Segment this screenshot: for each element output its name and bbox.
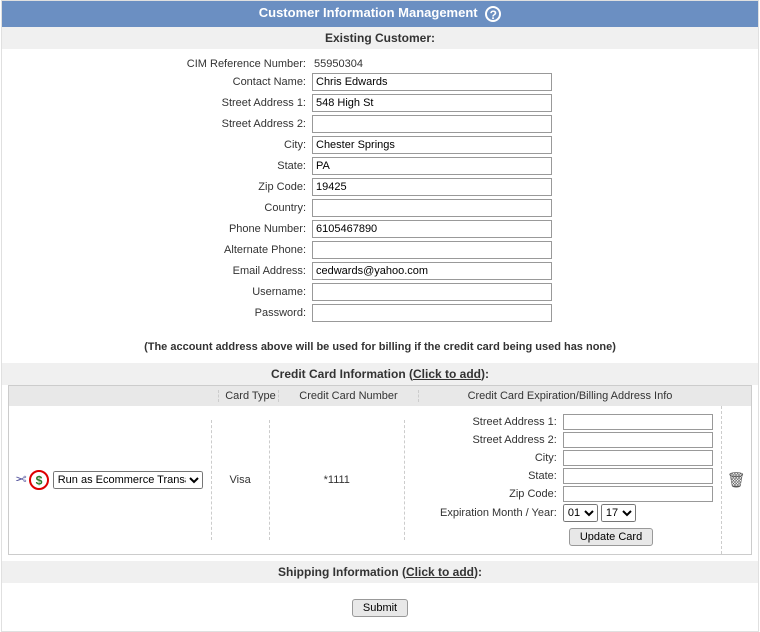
cc-add-link[interactable]: Click to add: [413, 367, 481, 381]
cc-state-label: State:: [413, 470, 563, 482]
street1-label: Street Address 1:: [2, 97, 312, 109]
cc-heading: Credit Card Information (Click to add):: [2, 363, 758, 385]
cc-addr1-input[interactable]: [563, 414, 713, 430]
cc-col-type-header: Card Type: [219, 390, 279, 402]
state-label: State:: [2, 160, 312, 172]
email-label: Email Address:: [2, 265, 312, 277]
submit-area: Submit: [2, 589, 758, 631]
username-input[interactable]: [312, 283, 552, 301]
cc-card-number: *1111: [270, 420, 405, 540]
password-label: Password:: [2, 307, 312, 319]
scissors-icon[interactable]: ✂: [15, 471, 27, 488]
altphone-input[interactable]: [312, 241, 552, 259]
cc-billing-form: Street Address 1: Street Address 2: City…: [405, 406, 722, 554]
cc-exp-year-select[interactable]: 17: [601, 504, 636, 522]
shipping-heading: Shipping Information (Click to add):: [2, 561, 758, 583]
billing-note: (The account address above will be used …: [2, 335, 758, 363]
shipping-heading-suffix: ):: [474, 565, 482, 579]
country-input[interactable]: [312, 199, 552, 217]
cc-exp-month-select[interactable]: 01: [563, 504, 598, 522]
street2-label: Street Address 2:: [2, 118, 312, 130]
cc-state-input[interactable]: [563, 468, 713, 484]
zip-label: Zip Code:: [2, 181, 312, 193]
page-header: Customer Information Management ?: [2, 1, 758, 27]
cc-heading-prefix: Credit Card Information (: [271, 367, 413, 381]
cc-row: ✂ $ Run as Ecommerce Transaction Visa *1…: [9, 406, 751, 554]
submit-button[interactable]: Submit: [352, 599, 408, 617]
cc-addr2-input[interactable]: [563, 432, 713, 448]
trash-icon[interactable]: 🗑: [727, 471, 746, 489]
cc-city-input[interactable]: [563, 450, 713, 466]
zip-input[interactable]: [312, 178, 552, 196]
username-label: Username:: [2, 286, 312, 298]
svg-text:$: $: [35, 473, 42, 487]
cc-zip-label: Zip Code:: [413, 488, 563, 500]
cim-label: CIM Reference Number:: [2, 58, 312, 70]
cc-col-number-header: Credit Card Number: [279, 390, 419, 402]
shipping-heading-prefix: Shipping Information (: [278, 565, 406, 579]
cc-heading-suffix: ):: [481, 367, 489, 381]
shipping-add-link[interactable]: Click to add: [406, 565, 474, 579]
cc-table: Card Type Credit Card Number Credit Card…: [8, 385, 752, 555]
country-label: Country:: [2, 202, 312, 214]
altphone-label: Alternate Phone:: [2, 244, 312, 256]
street1-input[interactable]: [312, 94, 552, 112]
password-input[interactable]: [312, 304, 552, 322]
cc-exp-label: Expiration Month / Year:: [413, 507, 563, 519]
cc-col-info-header: Credit Card Expiration/Billing Address I…: [419, 390, 721, 402]
cc-addr1-label: Street Address 1:: [413, 416, 563, 428]
customer-form: CIM Reference Number: 55950304 Contact N…: [2, 49, 758, 335]
cim-value: 55950304: [312, 58, 758, 70]
contact-name-input[interactable]: [312, 73, 552, 91]
help-icon[interactable]: ?: [485, 6, 501, 22]
cc-header-row: Card Type Credit Card Number Credit Card…: [9, 386, 751, 406]
phone-input[interactable]: [312, 220, 552, 238]
update-card-button[interactable]: Update Card: [569, 528, 653, 546]
city-input[interactable]: [312, 136, 552, 154]
dollar-icon[interactable]: $: [29, 470, 49, 490]
existing-customer-title: Existing Customer:: [2, 27, 758, 49]
contact-name-label: Contact Name:: [2, 76, 312, 88]
cc-zip-input[interactable]: [563, 486, 713, 502]
header-title: Customer Information Management: [259, 5, 478, 20]
phone-label: Phone Number:: [2, 223, 312, 235]
street2-input[interactable]: [312, 115, 552, 133]
city-label: City:: [2, 139, 312, 151]
cc-city-label: City:: [413, 452, 563, 464]
state-input[interactable]: [312, 157, 552, 175]
page-container: Customer Information Management ? Existi…: [1, 0, 759, 632]
email-input[interactable]: [312, 262, 552, 280]
cc-addr2-label: Street Address 2:: [413, 434, 563, 446]
run-as-select[interactable]: Run as Ecommerce Transaction: [53, 471, 203, 489]
cc-card-type: Visa: [212, 420, 270, 540]
